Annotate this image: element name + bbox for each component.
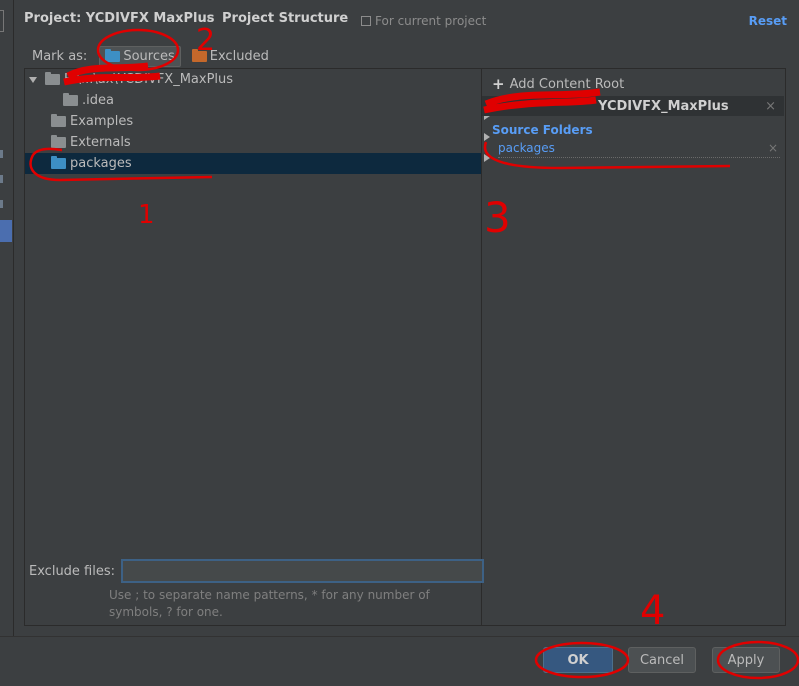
source-folder-label: packages (498, 141, 555, 155)
content-panel: E:\...\ax\YCDIVFX_MaxPlus .idea Examples… (24, 68, 786, 626)
breadcrumb-project[interactable]: Project: YCDIVFX MaxPlus (24, 11, 214, 26)
scope-label: For current project (375, 14, 487, 28)
mark-sources-label: Sources (123, 48, 175, 64)
chevron-down-icon[interactable] (29, 75, 39, 85)
plus-icon: + (492, 75, 505, 93)
tree-root-label: E:\...\ax\YCDIVFX_MaxPlus (64, 72, 234, 87)
tree-item-label: .idea (82, 93, 114, 108)
close-icon[interactable]: × (768, 141, 778, 155)
left-nav-strip (0, 0, 14, 640)
source-folder-icon (105, 48, 121, 62)
tree-item-label: Externals (70, 135, 131, 150)
left-strip-tick (0, 175, 3, 183)
exclude-files-label: Exclude files: (29, 563, 116, 579)
folder-tree: E:\...\ax\YCDIVFX_MaxPlus .idea Examples… (25, 69, 490, 557)
folder-icon (51, 135, 66, 148)
exclude-files-input[interactable] (121, 559, 485, 583)
reset-link[interactable]: Reset (749, 14, 787, 28)
dialog-footer: OK Cancel Apply (0, 636, 799, 686)
left-strip-box (0, 10, 4, 32)
header: Project: YCDIVFX MaxPlus › Project Struc… (14, 0, 799, 40)
add-content-root-label: Add Content Root (509, 76, 625, 92)
tree-item-idea[interactable]: .idea (25, 90, 481, 111)
content-root-header: YCDIVFX_MaxPlus × (482, 96, 784, 116)
left-strip-tick (0, 200, 3, 208)
cancel-button[interactable]: Cancel (628, 647, 696, 673)
source-folders-title: Source Folders (492, 123, 593, 137)
tree-item-examples[interactable]: Examples (25, 111, 490, 132)
folder-icon (45, 72, 60, 85)
project-structure-dialog: Project: YCDIVFX MaxPlus › Project Struc… (0, 0, 799, 686)
exclude-files-hint: Use ; to separate name patterns, * for a… (109, 588, 430, 619)
mark-excluded-label: Excluded (209, 48, 269, 64)
folder-icon (51, 114, 66, 127)
close-icon[interactable]: × (765, 99, 776, 114)
mark-sources-button[interactable]: Sources (99, 45, 181, 67)
breadcrumb-separator: › (206, 11, 212, 26)
content-root-name: YCDIVFX_MaxPlus (598, 98, 729, 114)
apply-button[interactable]: Apply (712, 647, 780, 673)
left-strip-selected-item[interactable] (0, 220, 12, 242)
copy-icon (361, 16, 371, 26)
tree-item-label: packages (70, 156, 132, 171)
tree-root-row[interactable]: E:\...\ax\YCDIVFX_MaxPlus (25, 69, 481, 90)
add-content-root-button[interactable]: + Add Content Root (492, 75, 624, 93)
mark-excluded-button[interactable]: Excluded (187, 47, 274, 66)
left-strip-tick (0, 150, 3, 158)
tree-item-externals[interactable]: Externals (25, 132, 490, 153)
source-folder-icon (51, 156, 66, 169)
ok-button[interactable]: OK (543, 647, 613, 673)
scope-indicator: For current project (361, 14, 486, 28)
mark-as-label: Mark as: (32, 48, 88, 64)
content-root-panel: + Add Content Root YCDIVFX_MaxPlus × Sou… (482, 69, 786, 625)
exclude-files-row: Exclude files: (29, 559, 485, 583)
folder-icon (63, 93, 78, 106)
tree-item-label: Examples (70, 114, 134, 129)
source-folder-row[interactable]: packages × (498, 141, 780, 158)
excluded-folder-icon (191, 48, 207, 62)
breadcrumb-section: Project Structure (222, 11, 349, 26)
tree-item-packages[interactable]: packages (25, 153, 490, 174)
mark-as-toolbar: Mark as: Sources Excluded (24, 44, 274, 68)
